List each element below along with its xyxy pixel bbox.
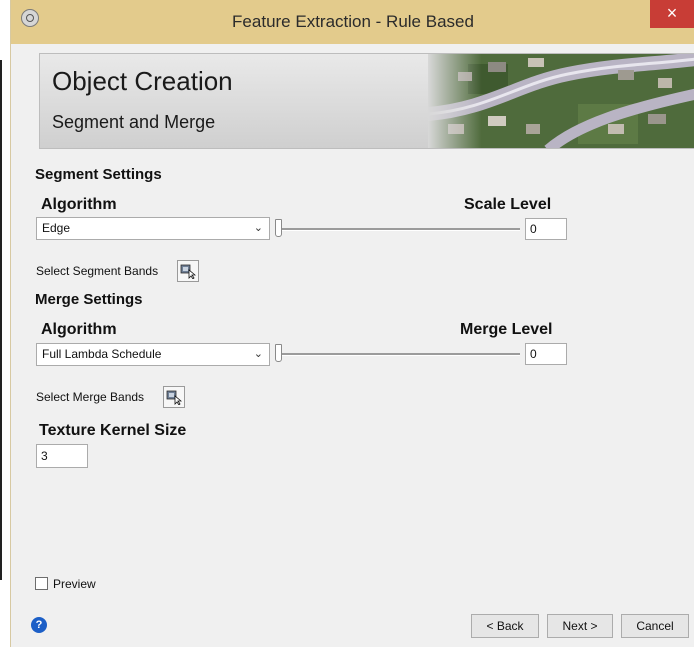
chevron-down-icon: ⌄ xyxy=(253,222,263,234)
scale-level-slider[interactable] xyxy=(275,217,520,241)
banner-title: Object Creation xyxy=(52,66,233,96)
merge-algorithm-label: Algorithm xyxy=(41,321,117,338)
background-edge-line xyxy=(0,60,2,580)
back-button[interactable]: < Back xyxy=(471,614,539,638)
merge-level-slider[interactable] xyxy=(275,342,520,366)
segment-bands-label: Select Segment Bands xyxy=(36,264,159,278)
dialog-window: Feature Extraction - Rule Based × Object… xyxy=(10,0,694,647)
preview-label[interactable]: Preview xyxy=(53,577,96,591)
scale-level-thumb[interactable] xyxy=(275,219,282,237)
select-segment-bands-button[interactable] xyxy=(177,260,199,282)
cancel-button[interactable]: Cancel xyxy=(621,614,689,638)
texture-kernel-input[interactable]: 3 xyxy=(36,444,88,468)
select-bands-icon xyxy=(180,264,196,279)
merge-level-thumb[interactable] xyxy=(275,344,282,362)
merge-algorithm-select[interactable]: Full Lambda Schedule ⌄ xyxy=(36,343,270,366)
merge-algorithm-value: Full Lambda Schedule xyxy=(42,347,162,361)
segment-algorithm-value: Edge xyxy=(42,221,71,235)
merge-level-track xyxy=(275,353,520,356)
scale-level-input[interactable]: 0 xyxy=(525,218,567,240)
background-edge xyxy=(0,0,10,647)
title-bar[interactable]: Feature Extraction - Rule Based × xyxy=(11,0,694,44)
segment-algorithm-label: Algorithm xyxy=(41,196,117,213)
help-icon[interactable]: ? xyxy=(31,617,47,633)
aerial-neighborhood-image xyxy=(428,54,694,148)
merge-settings-title: Merge Settings xyxy=(35,291,143,308)
select-bands-icon xyxy=(166,390,182,405)
chevron-down-icon: ⌄ xyxy=(253,348,263,360)
merge-bands-label: Select Merge Bands xyxy=(36,390,145,404)
next-button[interactable]: Next > xyxy=(547,614,613,638)
banner-subtitle: Segment and Merge xyxy=(52,112,216,132)
close-button[interactable]: × xyxy=(650,0,694,28)
scale-level-label: Scale Level xyxy=(464,196,552,213)
window-title: Feature Extraction - Rule Based xyxy=(232,12,474,31)
merge-level-input[interactable]: 0 xyxy=(525,343,567,365)
close-icon: × xyxy=(666,3,678,23)
segment-algorithm-select[interactable]: Edge ⌄ xyxy=(36,217,270,240)
segment-settings-title: Segment Settings xyxy=(35,166,162,183)
texture-kernel-label: Texture Kernel Size xyxy=(39,422,187,439)
merge-level-label: Merge Level xyxy=(460,321,553,338)
preview-checkbox[interactable] xyxy=(35,577,48,590)
scale-level-track xyxy=(275,228,520,231)
header-banner: Object Creation Segment and Merge xyxy=(39,53,694,149)
select-merge-bands-button[interactable] xyxy=(163,386,185,408)
